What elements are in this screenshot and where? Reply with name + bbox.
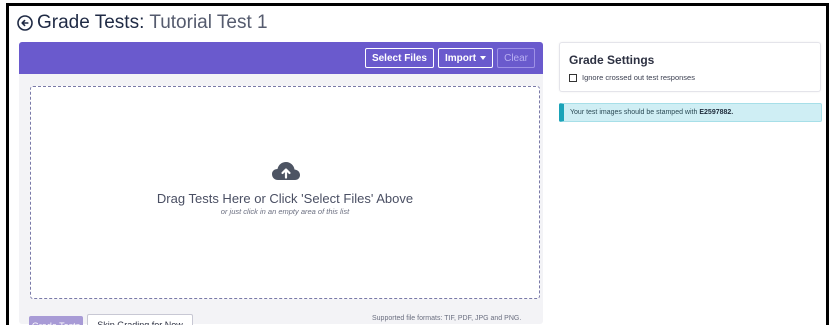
ignore-crossed-out-option[interactable]: Ignore crossed out test responses <box>569 73 695 82</box>
upload-panel: Select Files Import Clear Drag Tests Her… <box>19 42 543 325</box>
skip-grading-button[interactable]: Skip Grading for Now <box>87 314 193 325</box>
page-title-main: Grade Tests: <box>37 12 145 33</box>
file-dropzone[interactable]: Drag Tests Here or Click 'Select Files' … <box>30 86 540 299</box>
page-header: Grade Tests: Tutorial Test 1 <box>17 10 268 36</box>
ignore-crossed-out-checkbox[interactable] <box>569 73 577 82</box>
page-title: Grade Tests: Tutorial Test 1 <box>37 12 268 34</box>
stamp-info-text: Your test images should be stamped with <box>570 109 698 116</box>
import-label: Import <box>444 52 477 64</box>
stamp-info-alert: Your test images should be stamped with … <box>559 103 822 122</box>
stamp-code: E2597882. <box>699 109 734 116</box>
supported-formats-note: Supported file formats: TIF, PDF, JPG an… <box>372 315 522 322</box>
back-arrow-icon[interactable] <box>17 15 33 31</box>
caret-down-icon <box>480 56 487 60</box>
import-dropdown-button[interactable]: Import <box>437 48 494 68</box>
app-frame: Grade Tests: Tutorial Test 1 Select File… <box>6 3 829 325</box>
page-title-test-name: Tutorial Test 1 <box>149 12 268 33</box>
dropzone-subtitle: or just click in an empty area of this l… <box>220 207 350 216</box>
dropzone-title: Drag Tests Here or Click 'Select Files' … <box>156 191 414 206</box>
grade-settings-title: Grade Settings <box>569 53 655 67</box>
cloud-upload-icon <box>272 162 300 180</box>
clear-button[interactable]: Clear <box>497 48 535 68</box>
upload-toolbar: Select Files Import Clear <box>19 42 543 74</box>
grade-tests-button[interactable]: Grade Tests <box>29 316 83 325</box>
select-files-button[interactable]: Select Files <box>364 48 434 68</box>
ignore-crossed-out-label: Ignore crossed out test responses <box>582 73 695 82</box>
grade-settings-card: Grade Settings Ignore crossed out test r… <box>559 42 821 92</box>
